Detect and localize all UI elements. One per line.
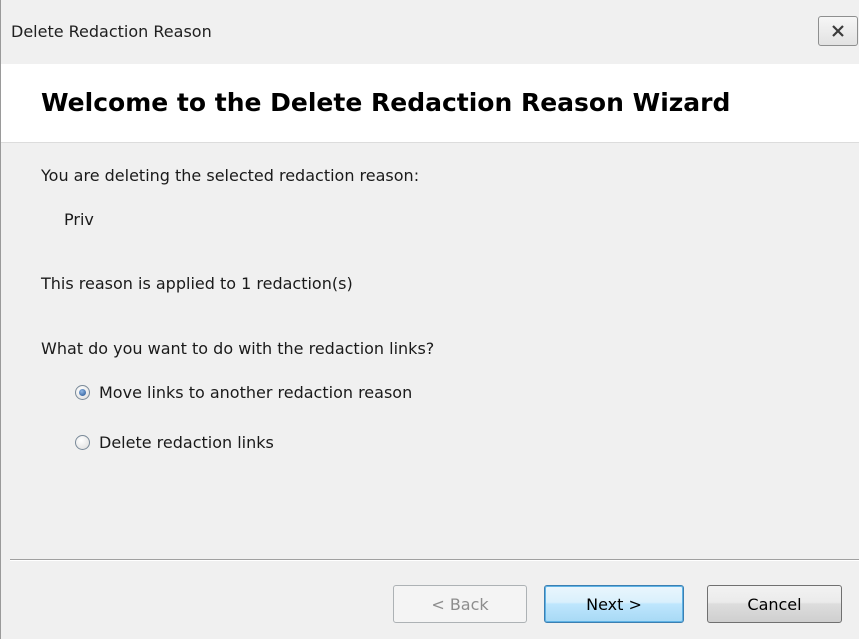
option-delete-links[interactable]: Delete redaction links xyxy=(75,433,274,452)
wizard-dialog: Delete Redaction Reason Welcome to the D… xyxy=(0,0,859,639)
wizard-title: Welcome to the Delete Redaction Reason W… xyxy=(41,88,731,117)
wizard-content: You are deleting the selected redaction … xyxy=(1,143,859,563)
back-button[interactable]: < Back xyxy=(393,585,527,623)
cancel-button[interactable]: Cancel xyxy=(707,585,842,623)
option-move-links[interactable]: Move links to another redaction reason xyxy=(75,383,412,402)
close-button[interactable] xyxy=(818,16,858,46)
close-icon xyxy=(832,25,844,37)
title-bar: Delete Redaction Reason xyxy=(1,0,859,64)
next-button[interactable]: Next > xyxy=(544,585,684,623)
radio-delete-links[interactable] xyxy=(75,435,90,450)
footer-separator xyxy=(10,559,859,561)
option-move-links-label[interactable]: Move links to another redaction reason xyxy=(99,383,412,402)
window-title: Delete Redaction Reason xyxy=(11,22,212,41)
option-delete-links-label[interactable]: Delete redaction links xyxy=(99,433,274,452)
reason-name: Priv xyxy=(64,210,94,229)
links-question: What do you want to do with the redactio… xyxy=(41,339,435,358)
applied-count-text: This reason is applied to 1 redaction(s) xyxy=(41,274,353,293)
deleting-label: You are deleting the selected redaction … xyxy=(41,166,420,185)
wizard-header: Welcome to the Delete Redaction Reason W… xyxy=(1,64,859,143)
radio-move-links[interactable] xyxy=(75,385,90,400)
